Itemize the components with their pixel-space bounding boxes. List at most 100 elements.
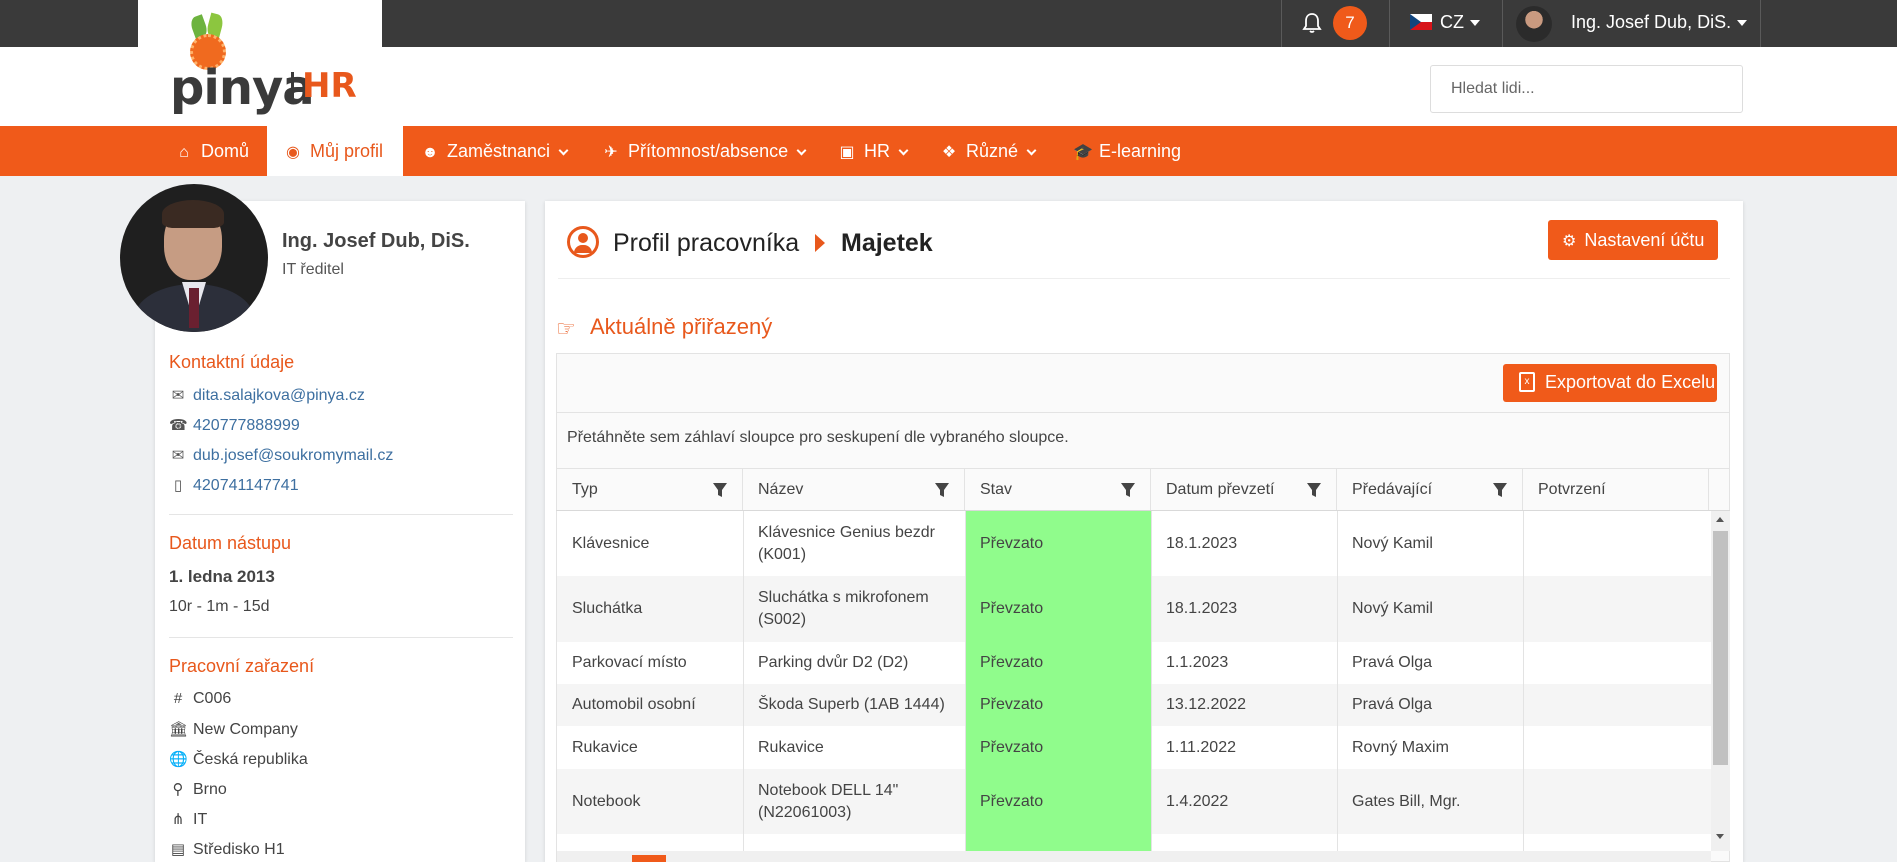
filter-icon[interactable]: [1492, 482, 1508, 498]
filter-icon[interactable]: [934, 482, 950, 498]
contact-value: 420741147741: [193, 477, 299, 494]
contact-private-email[interactable]: ✉ dub.josef@soukromymail.cz: [169, 446, 394, 465]
position-heading: Pracovní zařazení: [169, 656, 315, 676]
caret-down-icon: [1470, 20, 1480, 27]
nav-attendance-label: Přítomnost/absence: [628, 141, 789, 161]
contact-value: dita.salajkova@pinya.cz: [193, 387, 365, 404]
profile-photo: [120, 184, 268, 332]
table-row-partial[interactable]: [557, 834, 1711, 851]
table-row[interactable]: Sluchátka Sluchátka s mikrofonem (S002) …: [557, 576, 1711, 642]
contact-work-email[interactable]: ✉ dita.salajkova@pinya.cz: [169, 386, 365, 405]
contact-work-phone[interactable]: ☎ 420777888999: [169, 416, 300, 435]
cell-potvrzeni: [1523, 769, 1711, 834]
chevron-down-icon: [796, 145, 807, 156]
chevron-down-icon: [898, 145, 909, 156]
nav-home[interactable]: ⌂ Domů: [175, 126, 249, 176]
column-header-datum[interactable]: Datum převzetí: [1151, 469, 1337, 511]
position-center: ▤ Středisko H1: [169, 840, 285, 859]
topbar-divider: [1502, 0, 1503, 47]
cell-predavajici: Nový Kamil: [1352, 534, 1433, 552]
filter-icon[interactable]: [712, 482, 728, 498]
nav-my-profile-label: Můj profil: [310, 141, 384, 161]
contact-value: 420777888999: [193, 417, 300, 434]
user-avatar[interactable]: [1516, 6, 1552, 42]
position-department: ⋔ IT: [169, 810, 208, 829]
cell-datum: 1.4.2022: [1166, 792, 1229, 810]
cell-datum: 13.12.2022: [1166, 696, 1247, 713]
topbar-divider: [1760, 0, 1761, 47]
table-row[interactable]: Klávesnice Klávesnice Genius bezdr (K001…: [557, 511, 1711, 576]
column-header-stav[interactable]: Stav: [965, 469, 1151, 511]
nav-hr[interactable]: ▣ HR: [838, 126, 909, 176]
caret-down-icon: [1737, 20, 1748, 27]
chevron-down-icon: [558, 145, 569, 156]
cell-nazev: Rukavice: [758, 738, 824, 756]
topbar-divider: [1389, 0, 1390, 47]
cell-typ: Rukavice: [572, 738, 638, 756]
user-menu[interactable]: Ing. Josef Dub, DiS.: [1571, 12, 1748, 33]
table-row[interactable]: Automobil osobní Škoda Superb (1AB 1444)…: [557, 684, 1711, 726]
cell-stav: Převzato: [965, 684, 1151, 726]
language-selector[interactable]: CZ: [1440, 12, 1480, 33]
bell-icon[interactable]: [1302, 12, 1322, 34]
contact-heading: Kontaktní údaje: [169, 352, 295, 372]
position-value: Brno: [193, 781, 227, 798]
grid-horizontal-scrollbar[interactable]: [557, 851, 1711, 862]
account-settings-button[interactable]: ⚙ Nastavení účtu: [1548, 220, 1718, 260]
czech-flag-icon[interactable]: [1410, 14, 1432, 30]
nav-misc[interactable]: ❖ Různé: [940, 126, 1037, 176]
pager-current-page[interactable]: [632, 855, 666, 862]
column-divider: [743, 511, 744, 862]
tenure: 10r - 1m - 15d: [169, 598, 270, 615]
search-people-input[interactable]: [1430, 65, 1743, 113]
table-row[interactable]: Notebook Notebook DELL 14" (N22061003) P…: [557, 769, 1711, 834]
column-header-predavajici[interactable]: Předávající: [1337, 469, 1523, 511]
thumbs-up-icon: ☞: [556, 316, 576, 341]
group-drop-area[interactable]: Přetáhněte sem záhlaví sloupce pro sesku…: [567, 429, 1069, 447]
column-header-typ[interactable]: Typ: [557, 469, 743, 511]
nav-elearning-label: E-learning: [1099, 141, 1182, 161]
notification-count-badge[interactable]: 7: [1333, 6, 1367, 40]
scroll-up-icon[interactable]: [1716, 517, 1724, 522]
cell-nazev: Klávesnice Genius bezdr (K001): [758, 523, 935, 563]
breadcrumb-profile[interactable]: Profil pracovníka: [613, 229, 799, 258]
column-divider: [1337, 511, 1338, 862]
scroll-down-icon[interactable]: [1716, 834, 1724, 839]
cell-datum: 1.11.2022: [1166, 738, 1236, 756]
contact-mobile[interactable]: ▯ 420741147741: [169, 476, 299, 495]
column-header-nazev[interactable]: Název: [743, 469, 965, 511]
cell-nazev: Škoda Superb (1AB 1444): [758, 696, 945, 713]
start-date-heading: Datum nástupu: [169, 533, 292, 553]
logo-container[interactable]: pinya HR: [138, 0, 382, 126]
header-divider: [558, 278, 1730, 279]
cell-potvrzeni: [1523, 576, 1711, 642]
hash-icon: #: [173, 690, 183, 707]
position-value: Středisko H1: [193, 841, 285, 858]
cell-predavajici: Rovný Maxim: [1352, 738, 1449, 756]
nav-attendance[interactable]: ✈ Přítomnost/absence: [602, 126, 807, 176]
cell-stav: Převzato: [965, 576, 1151, 642]
nav-home-label: Domů: [201, 141, 250, 161]
nav-misc-label: Různé: [966, 141, 1019, 161]
nav-my-profile[interactable]: ◉ Můj profil: [267, 126, 403, 176]
envelope-icon: ✉: [171, 447, 185, 464]
filter-icon[interactable]: [1306, 482, 1322, 498]
plane-icon: ✈: [604, 144, 618, 161]
column-divider: [965, 511, 966, 862]
grid-divider: [556, 412, 1730, 413]
table-row[interactable]: Rukavice Rukavice Převzato 1.11.2022 Rov…: [557, 726, 1711, 769]
nav-elearning[interactable]: 🎓 E-learning: [1073, 126, 1181, 176]
cell-predavajici: Gates Bill, Mgr.: [1352, 792, 1461, 810]
nav-employees[interactable]: ☻ Zaměstnanci: [421, 126, 569, 176]
table-row[interactable]: Parkovací místo Parking dvůr D2 (D2) Pře…: [557, 642, 1711, 684]
export-excel-button[interactable]: x Exportovat do Excelu: [1503, 364, 1717, 402]
column-header-label: Datum převzetí: [1166, 481, 1275, 498]
column-header-potvrzeni[interactable]: Potvrzení: [1523, 469, 1709, 511]
scrollbar-thumb[interactable]: [1713, 531, 1728, 765]
chevron-down-icon: [1026, 145, 1037, 156]
position-city: ⚲ Brno: [169, 780, 227, 799]
pinya-hr-logo[interactable]: pinya HR: [170, 12, 360, 116]
filter-icon[interactable]: [1120, 482, 1136, 498]
logo-hr-text: HR: [302, 66, 357, 106]
user-circle-icon: ◉: [286, 144, 300, 161]
